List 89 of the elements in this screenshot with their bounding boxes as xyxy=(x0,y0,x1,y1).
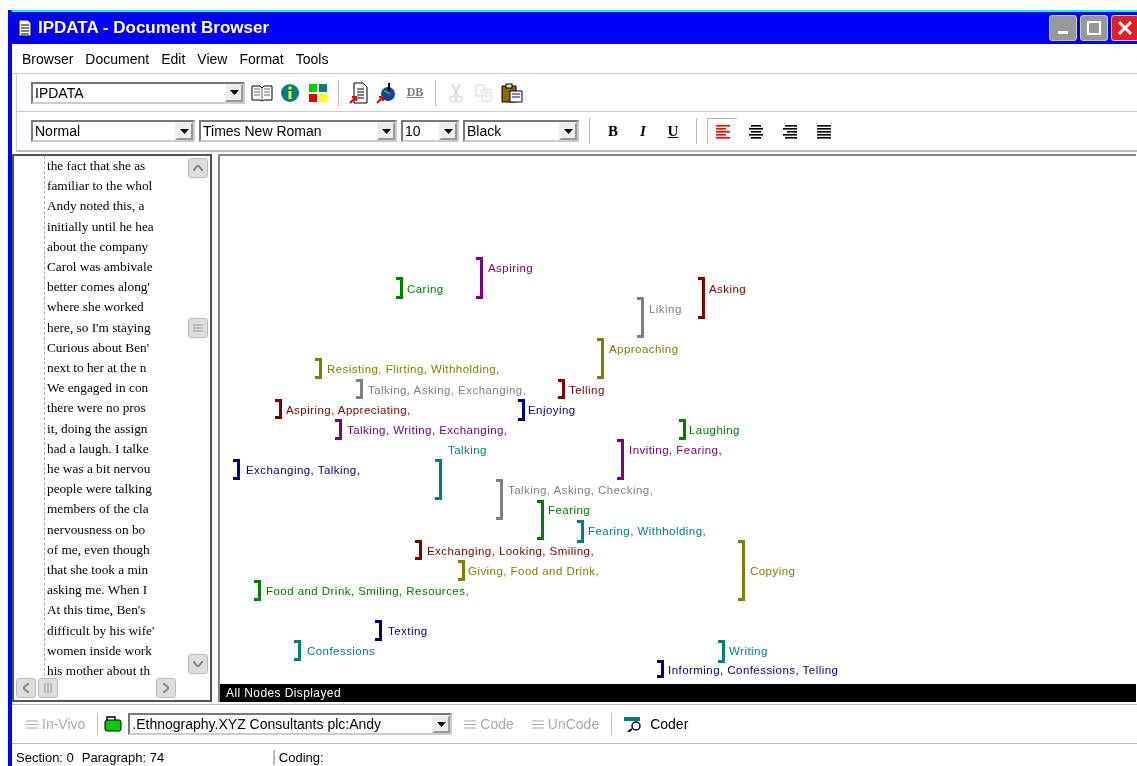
grip-icon xyxy=(193,324,203,332)
menu-item[interactable]: Browser xyxy=(16,50,80,67)
globe-pin-icon[interactable] xyxy=(376,81,398,104)
node-label[interactable]: Copying xyxy=(750,565,796,578)
align-center-icon xyxy=(748,123,764,139)
node-label[interactable]: Fearing, Withholding, xyxy=(588,525,707,538)
node-label[interactable]: Fearing xyxy=(548,504,591,517)
node-label[interactable]: Laughing xyxy=(689,424,740,437)
node-label[interactable]: Caring xyxy=(407,283,444,296)
dropdown-arrow-icon xyxy=(563,128,573,134)
node-label[interactable]: Aspiring xyxy=(488,262,534,275)
dropdown-arrow-icon xyxy=(229,90,239,95)
grip-icon xyxy=(44,683,52,693)
close-icon xyxy=(1117,20,1133,36)
node-label[interactable]: Giving, Food and Drink, xyxy=(468,565,600,578)
node-label[interactable]: Talking xyxy=(448,444,487,457)
clipboard-icon[interactable] xyxy=(501,82,523,103)
node-label[interactable]: Exchanging, Talking, xyxy=(246,464,361,477)
node-label[interactable]: Asking xyxy=(709,283,747,296)
menu-item[interactable]: View xyxy=(191,50,234,67)
scroll-down-button[interactable] xyxy=(188,654,208,674)
lines-icon xyxy=(464,719,477,729)
size-dropdown[interactable]: 10 xyxy=(401,120,459,142)
node-label[interactable]: Approaching xyxy=(609,343,679,356)
color-dropdown[interactable]: Black xyxy=(463,120,579,142)
node-label[interactable]: Inviting, Fearing, xyxy=(629,444,723,457)
coding-label: Coding: xyxy=(273,749,1137,765)
close-button[interactable] xyxy=(1111,15,1137,41)
node-label[interactable]: Writing xyxy=(729,645,768,658)
menu-item[interactable]: Format xyxy=(233,50,290,67)
node-label[interactable]: Talking, Writing, Exchanging, xyxy=(347,424,508,437)
color-grid-icon[interactable] xyxy=(308,82,328,103)
menu-item[interactable]: Tools xyxy=(289,50,335,67)
node-label[interactable]: Confessions xyxy=(307,645,376,658)
node-label[interactable]: Texting xyxy=(388,625,428,638)
dropdown-button[interactable] xyxy=(175,122,193,140)
dropdown-arrow-icon xyxy=(381,128,391,134)
dropdown-arrow-icon xyxy=(443,128,453,134)
dropdown-button[interactable] xyxy=(439,122,457,140)
node-label[interactable]: Talking, Asking, Checking, xyxy=(508,484,654,497)
node-label[interactable]: Informing, Confessions, Telling xyxy=(668,664,839,677)
node-label[interactable]: Exchanging, Looking, Smiling, xyxy=(427,545,595,558)
minimize-button[interactable] xyxy=(1049,15,1077,41)
align-justify-icon xyxy=(816,123,832,139)
align-left-icon xyxy=(714,124,731,139)
scroll-thumb[interactable] xyxy=(38,678,58,698)
coder-button[interactable]: Coder xyxy=(618,716,695,732)
scroll-up-button[interactable] xyxy=(188,158,208,178)
maximize-icon xyxy=(1086,21,1102,35)
bold-button[interactable]: B xyxy=(600,122,626,140)
scroll-left-button[interactable] xyxy=(16,678,36,698)
style-dropdown[interactable]: Normal xyxy=(31,120,195,142)
window-title: IPDATA - Document Browser xyxy=(38,18,271,38)
align-right-icon xyxy=(782,123,798,139)
info-icon[interactable] xyxy=(280,82,300,103)
menu-item[interactable]: Edit xyxy=(155,50,192,67)
align-left-button[interactable] xyxy=(707,118,737,144)
underline-button[interactable]: U xyxy=(660,122,686,140)
paragraph-label: Paragraph: 74 xyxy=(77,749,274,765)
node-label[interactable]: Aspiring, Appreciating, xyxy=(286,404,411,417)
scroll-right-button[interactable] xyxy=(156,678,176,698)
project-dropdown[interactable]: .Ethnography.XYZ Consultants plc:Andy xyxy=(128,713,453,735)
node-label[interactable]: Resisting, Flirting, Withholding, xyxy=(327,363,500,376)
italic-button[interactable]: I xyxy=(630,122,656,140)
lines-icon xyxy=(531,719,544,729)
dropdown-arrow-icon xyxy=(436,721,446,727)
book-icon[interactable] xyxy=(251,83,273,102)
document-icon xyxy=(18,19,32,37)
lines-icon xyxy=(26,719,38,729)
node-label[interactable]: Liking xyxy=(649,303,682,316)
node-label[interactable]: Enjoying xyxy=(528,404,576,417)
node-label[interactable]: Food and Drink, Smiling, Resources, xyxy=(266,585,470,598)
dropdown-button[interactable] xyxy=(432,715,451,733)
node-label[interactable]: Telling xyxy=(569,384,605,397)
dropdown-button[interactable] xyxy=(559,122,577,140)
node-label[interactable]: Talking, Asking, Exchanging, xyxy=(368,384,527,397)
status-text: All Nodes Displayed xyxy=(226,686,341,700)
minimize-icon xyxy=(1058,30,1068,34)
maximize-button[interactable] xyxy=(1080,15,1108,41)
scroll-thumb[interactable] xyxy=(188,318,208,338)
dropdown-arrow-icon xyxy=(179,128,189,134)
section-label: Section: 0 xyxy=(15,749,75,765)
menu-item[interactable]: Document xyxy=(79,50,156,67)
font-dropdown[interactable]: Times New Roman xyxy=(199,120,397,142)
dropdown-button[interactable] xyxy=(225,83,243,102)
document-arrow-icon[interactable] xyxy=(349,81,369,104)
database-dropdown[interactable]: IPDATA xyxy=(31,81,245,104)
briefcase-icon xyxy=(104,716,123,732)
dropdown-button[interactable] xyxy=(377,122,395,140)
